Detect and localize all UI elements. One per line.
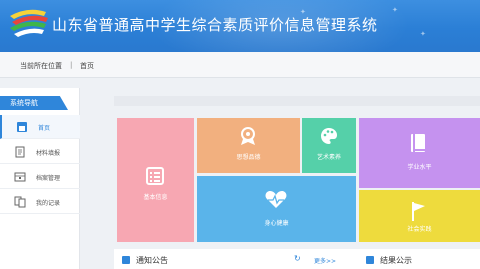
info-list-icon <box>146 167 164 185</box>
sidebar: 系统导航 首页 材料填报 档案管理 我的记录 <box>0 88 80 269</box>
location-bar: 当前所在位置 | 首页 <box>0 52 480 78</box>
notice-title: 通知公告 <box>136 256 168 265</box>
site-title: 山东省普通高中学生综合素质评价信息管理系统 <box>52 16 378 34</box>
tile-art[interactable]: 艺术素养 <box>302 118 356 173</box>
sidebar-item-label: 档案管理 <box>36 175 61 182</box>
tile-label: 身心健康 <box>264 220 289 227</box>
sidebar-item-home[interactable]: 首页 <box>0 115 80 139</box>
tile-label: 艺术素养 <box>316 154 341 161</box>
sidebar-item-materials[interactable]: 材料填报 <box>0 140 80 164</box>
result-icon <box>366 256 374 264</box>
site-logo <box>10 9 48 37</box>
sidebar-item-archive[interactable]: 档案管理 <box>0 165 80 189</box>
flag-icon <box>412 202 425 221</box>
tile-label: 基本信息 <box>143 194 168 201</box>
tile-social[interactable]: 社会实践 <box>359 190 480 242</box>
medal-icon <box>241 127 255 145</box>
tile-label: 思想品德 <box>236 154 261 161</box>
heartbeat-icon <box>265 191 287 208</box>
palette-icon <box>321 128 337 144</box>
star-decoration: ✦ <box>392 6 398 14</box>
bottom-panel-header: 通知公告 ↻ 更多>> 结果公示 <box>114 249 480 269</box>
document-icon <box>15 146 25 158</box>
sidebar-item-label: 首页 <box>38 125 51 132</box>
sidebar-heading: 系统导航 <box>0 96 68 110</box>
refresh-icon[interactable]: ↻ <box>294 254 301 263</box>
sidebar-item-records[interactable]: 我的记录 <box>0 190 80 214</box>
tile-basic-info[interactable]: 基本信息 <box>117 118 194 242</box>
tile-health[interactable]: 身心健康 <box>197 176 356 242</box>
location-separator: | <box>70 61 73 69</box>
sidebar-item-label: 我的记录 <box>36 200 61 207</box>
sidebar-item-label: 材料填报 <box>36 150 61 157</box>
book-icon <box>411 134 425 152</box>
star-decoration: ✦ <box>420 30 426 38</box>
tile-moral[interactable]: 思想品德 <box>197 118 300 173</box>
breadcrumb-home[interactable]: 首页 <box>80 61 94 71</box>
home-icon <box>17 122 27 132</box>
main-top-strip <box>114 96 480 106</box>
tile-label: 学业水平 <box>407 164 432 171</box>
location-label: 当前所在位置 <box>20 62 62 70</box>
notice-icon <box>122 256 130 264</box>
record-icon <box>14 196 26 208</box>
header-banner: ✦ ✦ ✦ ✦ 山东省普通高中学生综合素质评价信息管理系统 <box>0 0 480 52</box>
more-link[interactable]: 更多>> <box>314 256 336 265</box>
archive-icon <box>14 172 26 182</box>
result-title: 结果公示 <box>380 256 412 265</box>
tile-label: 社会实践 <box>407 226 432 233</box>
tile-study[interactable]: 学业水平 <box>359 118 480 188</box>
